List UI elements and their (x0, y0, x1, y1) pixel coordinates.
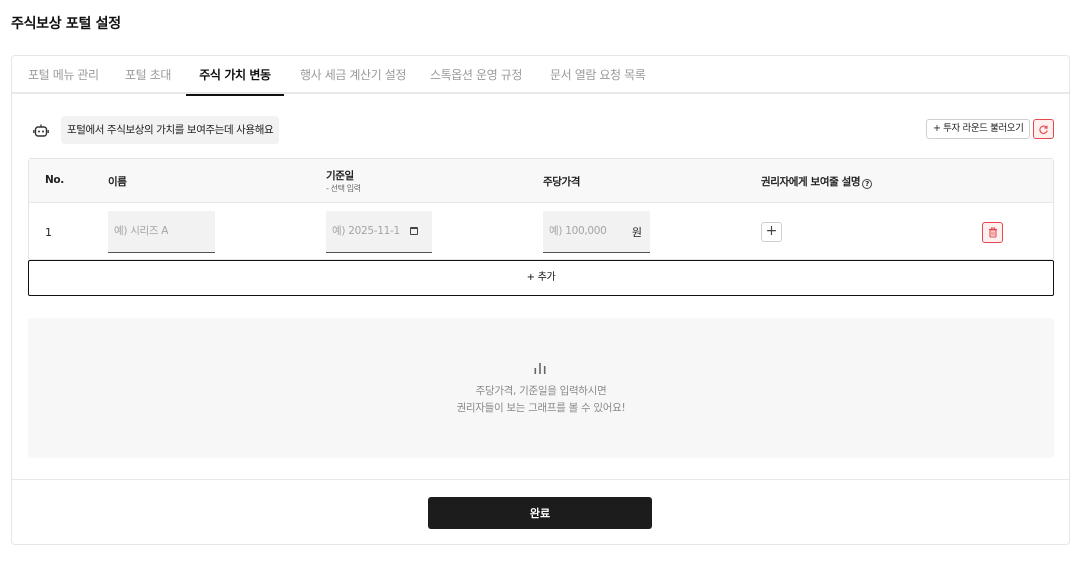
currency-unit: 원 (631, 226, 642, 239)
page-title: 주식보상 포털 설정 (11, 16, 121, 32)
load-investment-rounds-button[interactable]: + 투자 라운드 불러오기 (926, 119, 1031, 139)
price-field[interactable]: 원 (543, 211, 650, 253)
delete-row-button[interactable] (982, 222, 1003, 243)
settings-card: 포털 메뉴 관리 포털 초대 주식 가치 변동 행사 세금 계산기 설정 스톡옵… (11, 55, 1070, 545)
help-icon[interactable]: ? (862, 179, 873, 189)
tab-tax-calculator[interactable]: 행사 세금 계산기 설정 (300, 56, 406, 94)
calendar-icon[interactable] (410, 227, 418, 235)
table-row: 1 원 + (29, 203, 1053, 261)
robot-icon (28, 120, 54, 142)
add-description-button[interactable]: + (761, 222, 782, 242)
table-header: No. 이름 기준일 - 선택 입력 주당가격 권리자에게 보여줄 설명? (29, 159, 1053, 203)
empty-message-line1: 주당가격, 기준일을 입력하시면 (475, 385, 607, 397)
row-number: 1 (45, 226, 52, 239)
price-input[interactable] (549, 211, 619, 251)
footer: 완료 (12, 479, 1069, 545)
tab-bar: 포털 메뉴 관리 포털 초대 주식 가치 변동 행사 세금 계산기 설정 스톡옵… (12, 56, 1069, 96)
reset-button[interactable] (1033, 119, 1054, 139)
add-row-button[interactable]: + 추가 (28, 260, 1054, 296)
bar-chart-icon (534, 363, 546, 374)
column-header-date-note: - 선택 입력 (326, 184, 361, 193)
info-message: 포털에서 주식보상의 가치를 보여주는데 사용해요 (61, 116, 280, 144)
tab-stock-value[interactable]: 주식 가치 변동 (186, 56, 284, 96)
tab-document-requests[interactable]: 문서 열람 요청 목록 (550, 56, 646, 94)
empty-message-line2: 권리자들이 보는 그래프를 볼 수 있어요! (456, 402, 626, 414)
date-field[interactable] (326, 211, 432, 253)
chart-empty-state: 주당가격, 기준일을 입력하시면 권리자들이 보는 그래프를 볼 수 있어요! (28, 318, 1054, 458)
tab-portal-menu[interactable]: 포털 메뉴 관리 (28, 56, 99, 94)
trash-icon (988, 227, 997, 238)
name-input[interactable] (114, 211, 209, 251)
done-button[interactable]: 완료 (428, 497, 652, 529)
date-input[interactable] (332, 211, 400, 251)
refresh-icon (1039, 125, 1048, 134)
tab-portal-invite[interactable]: 포털 초대 (120, 56, 176, 94)
name-field[interactable] (108, 211, 215, 253)
tab-option-rules[interactable]: 스톡옵션 운영 규정 (430, 56, 522, 94)
stock-value-table: No. 이름 기준일 - 선택 입력 주당가격 권리자에게 보여줄 설명? 1 (28, 158, 1054, 260)
